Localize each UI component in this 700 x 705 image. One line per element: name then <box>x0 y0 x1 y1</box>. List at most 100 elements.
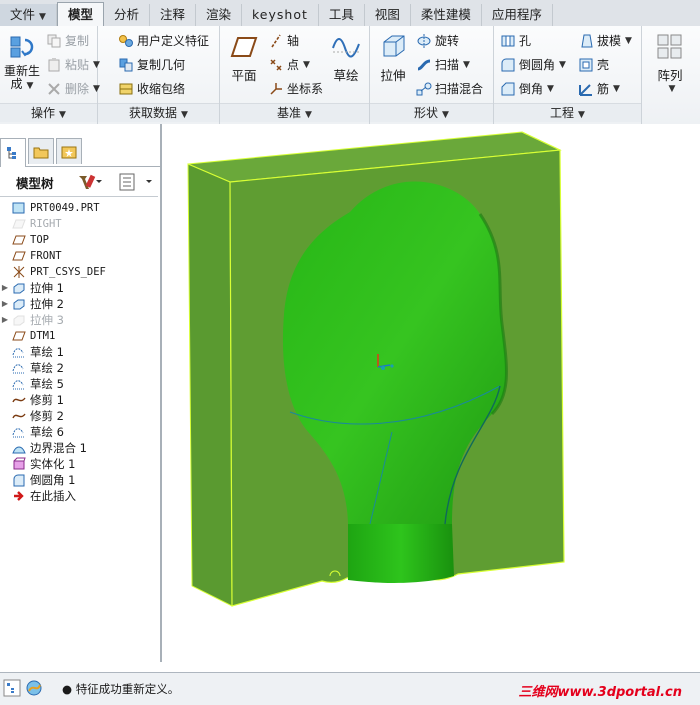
tree-item[interactable]: 边界混合 1 <box>0 440 87 456</box>
datum-plane-icon <box>12 233 26 247</box>
shell-button[interactable]: 壳 <box>578 56 609 73</box>
sketch-button[interactable]: 草绘 <box>328 32 364 84</box>
round-button[interactable]: 倒圆角 ▼ <box>500 56 566 73</box>
trim-icon <box>12 393 26 407</box>
tree-item[interactable]: PRT_CSYS_DEF <box>0 264 106 280</box>
tree-item-label: 草绘 2 <box>30 361 64 375</box>
point-icon <box>270 58 282 71</box>
hole-button[interactable]: 孔 <box>500 32 531 49</box>
shrinkwrap-button[interactable]: 收缩包络 <box>118 80 185 97</box>
tree-item[interactable]: RIGHT <box>0 216 62 232</box>
tree-item[interactable]: ▶ 拉伸 2 <box>0 296 64 312</box>
copy-geometry-button[interactable]: 复制几何 <box>118 56 185 73</box>
tree-item[interactable]: 修剪 2 <box>0 408 64 424</box>
tree-item-label: 草绘 5 <box>30 377 64 391</box>
group-label-engineering[interactable]: 工程 ▼ <box>494 103 641 122</box>
tab-folder-browser[interactable] <box>28 138 54 164</box>
tab-file[interactable]: 文件 ▼ <box>0 4 57 26</box>
rib-button[interactable]: 筋 ▼ <box>578 80 620 97</box>
trim-icon <box>12 409 26 423</box>
tree-show-button[interactable] <box>118 172 154 195</box>
tree-expander[interactable]: ▶ <box>0 312 10 328</box>
3d-model-view[interactable] <box>162 124 700 672</box>
tab-applications[interactable]: 应用程序 <box>482 4 553 26</box>
copy-button[interactable]: 复制 <box>46 32 89 49</box>
tree-item-label: PRT_CSYS_DEF <box>30 266 106 278</box>
model-tree-toggle-icon <box>3 679 21 697</box>
revolve-button[interactable]: 旋转 <box>416 32 459 49</box>
tree-item[interactable]: 实体化 1 <box>0 456 75 472</box>
tab-model[interactable]: 模型 <box>56 2 104 27</box>
status-browser-toggle[interactable] <box>25 679 43 700</box>
group-label-operations[interactable]: 操作 ▼ <box>0 103 97 122</box>
group-label-datum[interactable]: 基准 ▼ <box>220 103 369 122</box>
coordinate-system-icon <box>12 265 26 279</box>
delete-icon <box>48 82 60 95</box>
swept-blend-button[interactable]: 扫描混合 <box>416 80 483 97</box>
tree-item[interactable]: 草绘 5 <box>0 376 64 392</box>
status-tree-toggle[interactable] <box>3 679 21 700</box>
watermark-text: 三维网www.3dportal.cn <box>518 685 682 700</box>
tree-item[interactable]: 在此插入 <box>0 488 76 504</box>
group-label-shapes[interactable]: 形状 ▼ <box>370 103 493 122</box>
regenerate-icon <box>10 36 34 58</box>
tree-item-label: 实体化 1 <box>30 457 76 471</box>
tree-item-label: 草绘 6 <box>30 425 64 439</box>
tree-expander[interactable]: ▶ <box>0 280 10 296</box>
tree-item-label: PRT0049.PRT <box>30 202 100 214</box>
shrinkwrap-icon <box>119 83 133 94</box>
paste-button[interactable]: 粘贴 ▼ <box>46 56 100 73</box>
rib-icon <box>579 83 592 96</box>
tree-item[interactable]: 倒圆角 1 <box>0 472 75 488</box>
tree-item[interactable]: ▶ 拉伸 3 <box>0 312 64 328</box>
tree-item[interactable]: TOP <box>0 232 49 248</box>
regenerate-button[interactable]: 重新生成 ▼ <box>2 32 42 93</box>
plane-button[interactable]: 平面 <box>226 32 262 84</box>
tree-expander[interactable]: ▶ <box>0 296 10 312</box>
point-button[interactable]: 点 ▼ <box>268 56 310 73</box>
tab-annotate[interactable]: 注释 <box>150 4 196 26</box>
ribbon: 重新生成 ▼ 复制 粘贴 ▼ 删除 ▼ 操作 ▼ 用户定义特征 复制几何 收缩包络 获 <box>0 26 700 125</box>
tree-columns-icon <box>119 173 152 191</box>
graphics-viewport[interactable] <box>162 124 700 672</box>
tree-item[interactable]: 草绘 2 <box>0 360 64 376</box>
tree-item[interactable]: 草绘 6 <box>0 424 64 440</box>
model-tree-icon <box>7 147 16 159</box>
datum-plane-icon <box>12 217 26 231</box>
tree-item-label: 倒圆角 1 <box>30 473 76 487</box>
chamfer-button[interactable]: 倒角 ▼ <box>500 80 554 97</box>
tab-tools[interactable]: 工具 <box>319 4 365 26</box>
extrude-button[interactable]: 拉伸 <box>376 32 410 84</box>
pattern-button[interactable]: 阵列 ▼ <box>650 32 690 94</box>
group-label-get-data[interactable]: 获取数据 ▼ <box>98 103 219 122</box>
tree-settings-button[interactable] <box>76 173 102 194</box>
tree-item[interactable]: ▶ 拉伸 1 <box>0 280 64 296</box>
draft-button[interactable]: 拔模 ▼ <box>578 32 632 49</box>
tree-item[interactable]: 修剪 1 <box>0 392 64 408</box>
boundary-blend-icon <box>12 441 26 455</box>
model-tree-panel: 模型树 PRT0049.PRT RIGHT TOP FRONT PRT_CSYS_DEF… <box>0 124 162 662</box>
tree-item[interactable]: DTM1 <box>0 328 55 344</box>
tab-view[interactable]: 视图 <box>365 4 411 26</box>
tree-item[interactable]: 草绘 1 <box>0 344 64 360</box>
panel-tabs <box>0 138 160 167</box>
udf-button[interactable]: 用户定义特征 <box>118 32 209 49</box>
udf-icon <box>119 34 133 47</box>
tab-analysis[interactable]: 分析 <box>104 4 150 26</box>
delete-button[interactable]: 删除 ▼ <box>46 80 100 97</box>
csys-button[interactable]: 坐标系 <box>268 80 323 97</box>
tab-model-tree[interactable] <box>0 138 26 167</box>
tree-item-label: 草绘 1 <box>30 345 64 359</box>
tab-favorites[interactable] <box>56 138 82 164</box>
draft-icon <box>581 34 593 47</box>
tree-item[interactable]: FRONT <box>0 248 62 264</box>
axis-button[interactable]: 轴 <box>268 32 299 49</box>
tab-render[interactable]: 渲染 <box>196 4 242 26</box>
sweep-button[interactable]: 扫描 ▼ <box>416 56 470 73</box>
tab-flexible-modeling[interactable]: 柔性建模 <box>411 4 482 26</box>
tab-keyshot[interactable]: keyshot <box>242 4 319 26</box>
tree-tools-icon <box>79 174 102 189</box>
tree-item-label: 修剪 2 <box>30 409 64 423</box>
tree-item[interactable]: PRT0049.PRT <box>0 200 100 216</box>
tree-item-label: 在此插入 <box>30 489 76 503</box>
